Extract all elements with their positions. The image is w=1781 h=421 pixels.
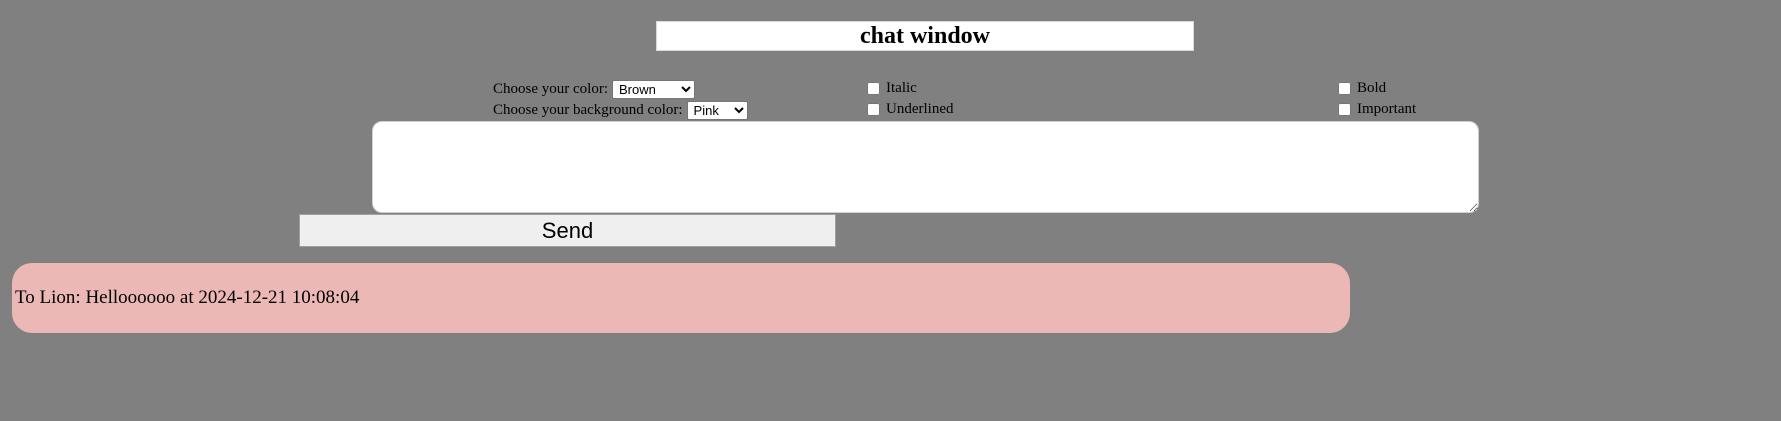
bold-option[interactable]: Bold	[1338, 78, 1386, 98]
important-label: Important	[1357, 101, 1417, 117]
send-button[interactable]: Send	[299, 214, 836, 247]
chat-window-title: chat window	[656, 21, 1194, 51]
important-option[interactable]: Important	[1338, 99, 1416, 119]
message-input[interactable]	[372, 121, 1479, 213]
underlined-checkbox[interactable]	[867, 102, 880, 116]
message-bubble: To Lion: Helloooooo at 2024-12-21 10:08:…	[12, 263, 1350, 333]
color-select[interactable]: Brown	[611, 79, 695, 99]
italic-label: Italic	[886, 80, 917, 96]
page-title: chat window	[859, 23, 991, 49]
background-select[interactable]: Pink	[686, 100, 748, 120]
italic-checkbox[interactable]	[867, 81, 880, 95]
background-row: Choose your background color: Pink	[493, 100, 748, 120]
important-checkbox[interactable]	[1338, 102, 1351, 116]
background-label: Choose your background color:	[493, 102, 683, 118]
message-text: To Lion: Helloooooo at 2024-12-21 10:08:…	[15, 287, 360, 308]
bold-checkbox[interactable]	[1338, 81, 1351, 95]
underlined-label: Underlined	[886, 101, 954, 117]
color-label: Choose your color:	[493, 81, 608, 97]
italic-option[interactable]: Italic	[867, 78, 917, 98]
bold-label: Bold	[1357, 80, 1387, 96]
underlined-option[interactable]: Underlined	[867, 99, 953, 119]
color-row: Choose your color: Brown	[493, 79, 695, 99]
